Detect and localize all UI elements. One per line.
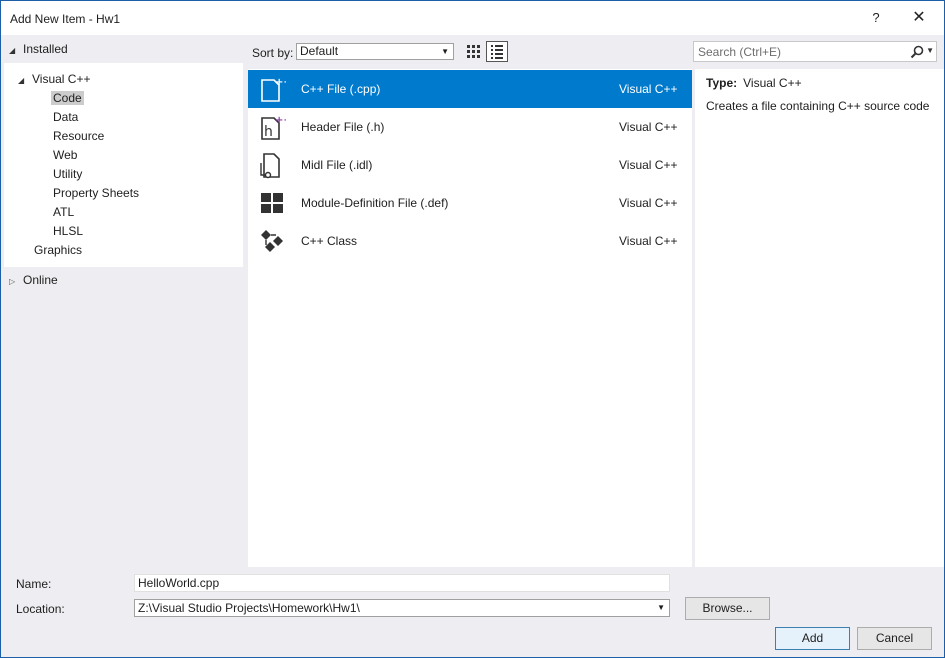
tree-item-label: Property Sheets [53, 186, 140, 200]
tree-item-label: Utility [53, 167, 83, 181]
browse-button[interactable]: Browse... [685, 597, 770, 620]
type-value: Visual C++ [743, 76, 802, 90]
template-language: Visual C++ [619, 120, 678, 134]
cpp-class-icon [261, 230, 283, 252]
svg-text:++: ++ [275, 115, 286, 126]
dropdown-arrow-icon: ▼ [441, 47, 449, 56]
template-language: Visual C++ [619, 234, 678, 248]
add-button[interactable]: Add [775, 627, 850, 650]
template-list: ++ C++ File (.cpp) Visual C++ h ++ Heade… [248, 69, 692, 567]
tree-item-resource[interactable]: Resource [53, 127, 104, 145]
window-title: Add New Item - Hw1 [10, 12, 121, 26]
installed-node[interactable]: ◢ Installed [9, 42, 68, 56]
tree-item-data[interactable]: Data [53, 108, 78, 126]
template-name: C++ File (.cpp) [301, 82, 381, 96]
midl-file-icon [260, 153, 280, 179]
details-pane: Type: Visual C++ Creates a file containin… [695, 69, 944, 567]
add-new-item-dialog: Add New Item - Hw1 ? ✕ ◢ Installed ◢ Visua… [0, 0, 945, 658]
expanded-triangle-icon: ◢ [18, 76, 25, 85]
cancel-button[interactable]: Cancel [857, 627, 932, 650]
tree-item-web[interactable]: Web [53, 146, 77, 164]
dropdown-arrow-icon: ▼ [657, 603, 665, 612]
svg-text:++: ++ [275, 77, 286, 88]
tree-item-code[interactable]: Code [51, 89, 84, 107]
tree-item-label: Resource [53, 129, 105, 143]
template-name: Header File (.h) [301, 120, 385, 134]
title-bar: Add New Item - Hw1 ? ✕ [1, 1, 944, 35]
expanded-triangle-icon: ◢ [9, 46, 16, 55]
sort-by-label: Sort by: [252, 46, 294, 60]
template-item-module-definition-file[interactable]: Module-Definition File (.def) Visual C++ [248, 184, 692, 222]
close-button[interactable]: ✕ [904, 7, 934, 29]
help-button[interactable]: ? [861, 7, 891, 29]
online-node[interactable]: ▷ Online [9, 273, 58, 287]
tree-item-utility[interactable]: Utility [53, 165, 82, 183]
location-value: Z:\Visual Studio Projects\Homework\Hw1\ [138, 601, 360, 615]
header-file-icon: h ++ [261, 115, 286, 140]
template-description: Creates a file containing C++ source cod… [706, 99, 930, 113]
list-view-button[interactable] [486, 41, 508, 62]
search-options-arrow-icon[interactable]: ▼ [926, 46, 934, 55]
template-item-cpp-file[interactable]: ++ C++ File (.cpp) Visual C++ [248, 70, 692, 108]
tree-item-label: ATL [53, 205, 75, 219]
tree-item-label: Web [53, 148, 78, 162]
installed-label: Installed [23, 42, 68, 56]
template-item-header-file[interactable]: h ++ Header File (.h) Visual C++ [248, 108, 692, 146]
location-label: Location: [16, 602, 65, 616]
location-dropdown[interactable]: Z:\Visual Studio Projects\Homework\Hw1\ … [134, 599, 670, 617]
search-box[interactable]: Search (Ctrl+E) ▼ [693, 41, 937, 62]
template-language: Visual C++ [619, 196, 678, 210]
list-view-icon [491, 45, 503, 59]
category-tree: ◢ Visual C++ Code Data Resource Web Utili… [4, 63, 243, 267]
tree-item-property-sheets[interactable]: Property Sheets [53, 184, 139, 202]
sort-by-value: Default [300, 44, 339, 58]
tree-item-graphics[interactable]: Graphics [34, 241, 82, 259]
template-name: Midl File (.idl) [301, 158, 373, 172]
small-icons-view-button[interactable] [462, 41, 484, 62]
collapsed-triangle-icon: ▷ [9, 277, 16, 286]
template-item-midl-file[interactable]: Midl File (.idl) Visual C++ [248, 146, 692, 184]
tree-item-visual-cpp[interactable]: ◢ Visual C++ [18, 70, 90, 88]
template-name: Module-Definition File (.def) [301, 196, 449, 210]
type-label: Type: [706, 76, 738, 90]
template-language: Visual C++ [619, 82, 678, 96]
svg-text:h: h [264, 124, 273, 140]
template-name: C++ Class [301, 234, 358, 248]
tree-item-hlsl[interactable]: HLSL [53, 222, 83, 240]
online-label: Online [23, 273, 58, 287]
name-label: Name: [16, 577, 52, 591]
type-line: Type: Visual C++ [706, 76, 802, 90]
tree-item-label: Graphics [34, 243, 83, 257]
module-definition-icon [261, 193, 283, 213]
name-input[interactable]: HelloWorld.cpp [134, 574, 670, 592]
tree-item-label: HLSL [53, 224, 84, 238]
search-placeholder: Search (Ctrl+E) [698, 45, 782, 59]
grid-view-icon [467, 45, 480, 58]
tree-item-atl[interactable]: ATL [53, 203, 74, 221]
search-icon [910, 45, 924, 59]
tree-item-label: Code [51, 91, 84, 105]
template-item-cpp-class[interactable]: C++ Class Visual C++ [248, 222, 692, 260]
sort-by-dropdown[interactable]: Default ▼ [296, 43, 454, 60]
template-language: Visual C++ [619, 158, 678, 172]
tree-item-label: Visual C++ [32, 72, 91, 86]
cpp-file-icon: ++ [261, 77, 286, 102]
tree-item-label: Data [53, 110, 79, 124]
